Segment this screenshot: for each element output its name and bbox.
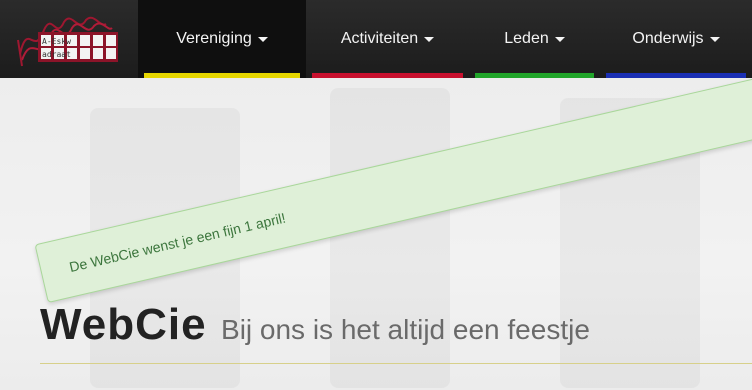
navbar: A-Eskw adraat Vereniging Activiteiten Le… (0, 0, 752, 78)
chevron-down-icon (554, 36, 565, 42)
site-subtitle: Bij ons is het altijd een feestje (221, 314, 590, 345)
nav-item-vereniging[interactable]: Vereniging (138, 0, 306, 78)
nav-item-activiteiten[interactable]: Activiteiten (306, 0, 469, 78)
page-title: WebCie Bij ons is het altijd een feestje (40, 300, 590, 350)
nav-item-leden[interactable]: Leden (469, 0, 600, 78)
divider (40, 363, 752, 364)
brand-logo[interactable]: A-Eskw adraat (0, 0, 138, 78)
nav-label: Activiteiten (340, 30, 419, 47)
nav-label: Leden (504, 30, 549, 47)
logo-icon: A-Eskw adraat (17, 16, 118, 67)
chevron-down-icon (424, 36, 435, 42)
svg-text:A-Eskw: A-Eskw (42, 37, 71, 46)
chevron-down-icon (257, 36, 268, 42)
nav-item-onderwijs[interactable]: Onderwijs (600, 0, 752, 78)
nav-label: Vereniging (176, 30, 252, 47)
chevron-down-icon (709, 36, 720, 42)
nav-label: Onderwijs (632, 30, 704, 47)
site-title: WebCie (40, 300, 207, 349)
svg-text:adraat: adraat (42, 50, 71, 59)
